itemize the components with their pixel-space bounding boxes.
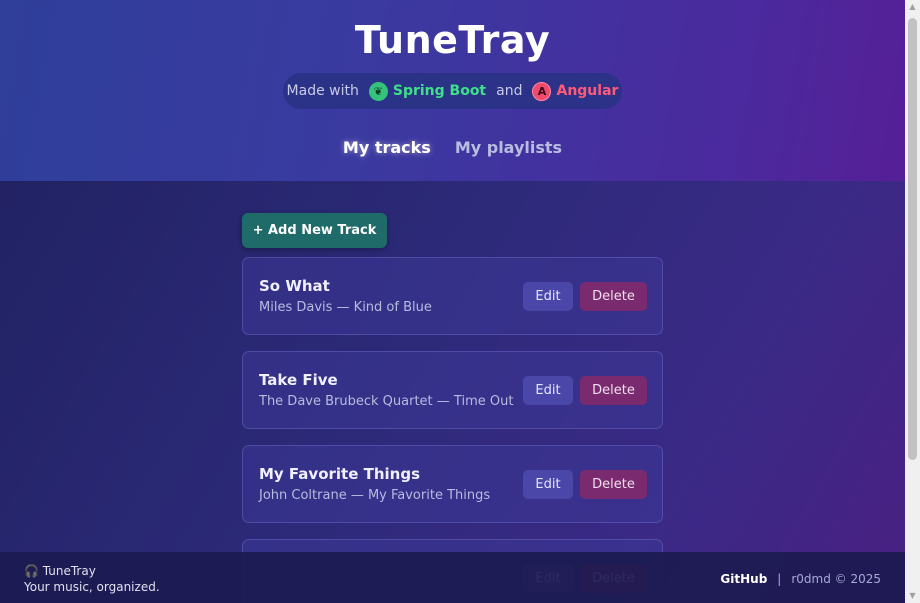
track-title: Take Five xyxy=(259,371,338,389)
nav-my-tracks[interactable]: My tracks xyxy=(343,138,431,157)
angular-link[interactable]: A Angular xyxy=(532,81,619,101)
footer-separator: | xyxy=(777,572,782,586)
page: TuneTray Made with ❦ Spring Boot and A A… xyxy=(0,0,905,603)
delete-button[interactable]: Delete xyxy=(580,282,647,311)
nav-my-playlists[interactable]: My playlists xyxy=(455,138,562,157)
footer: 🎧 TuneTray Your music, organized. GitHub… xyxy=(0,552,905,603)
delete-button[interactable]: Delete xyxy=(580,376,647,405)
scroll-up-arrow-icon[interactable]: ▲ xyxy=(905,0,920,14)
header: TuneTray Made with ❦ Spring Boot and A A… xyxy=(0,0,905,181)
app-title: TuneTray xyxy=(354,18,551,62)
track-title: My Favorite Things xyxy=(259,465,421,483)
github-link[interactable]: GitHub xyxy=(720,572,767,586)
and-label: and xyxy=(496,83,523,99)
main-nav: My tracks My playlists xyxy=(0,138,905,157)
footer-brand: 🎧 TuneTray xyxy=(24,564,96,578)
made-with-label: Made with xyxy=(286,83,359,99)
vertical-scrollbar[interactable]: ▲ ▼ xyxy=(905,0,920,603)
track-title: So What xyxy=(259,277,330,295)
track-artist-album: The Dave Brubeck Quartet — Time Out xyxy=(259,394,514,409)
spring-icon: ❦ xyxy=(368,81,388,101)
copyright: r0dmd © 2025 xyxy=(791,572,881,586)
track-card: My Favorite Things John Coltrane — My Fa… xyxy=(242,445,663,523)
angular-icon: A xyxy=(532,81,552,101)
made-with-badge: Made with ❦ Spring Boot and A Angular xyxy=(283,73,622,109)
scrollbar-thumb[interactable] xyxy=(908,18,917,460)
angular-label: Angular xyxy=(556,83,619,99)
footer-tagline: Your music, organized. xyxy=(24,580,160,594)
spring-boot-label: Spring Boot xyxy=(392,83,487,99)
edit-button[interactable]: Edit xyxy=(523,376,573,405)
track-artist-album: John Coltrane — My Favorite Things xyxy=(259,488,491,503)
add-new-track-button[interactable]: + Add New Track xyxy=(242,213,387,248)
edit-button[interactable]: Edit xyxy=(523,470,573,499)
edit-button[interactable]: Edit xyxy=(523,282,573,311)
delete-button[interactable]: Delete xyxy=(580,470,647,499)
scroll-down-arrow-icon[interactable]: ▼ xyxy=(905,589,920,603)
track-card: So What Miles Davis — Kind of Blue Edit … xyxy=(242,257,663,335)
track-artist-album: Miles Davis — Kind of Blue xyxy=(259,300,432,315)
spring-boot-link[interactable]: ❦ Spring Boot xyxy=(368,81,487,101)
footer-links: GitHub | r0dmd © 2025 xyxy=(720,572,881,586)
track-card: Take Five The Dave Brubeck Quartet — Tim… xyxy=(242,351,663,429)
